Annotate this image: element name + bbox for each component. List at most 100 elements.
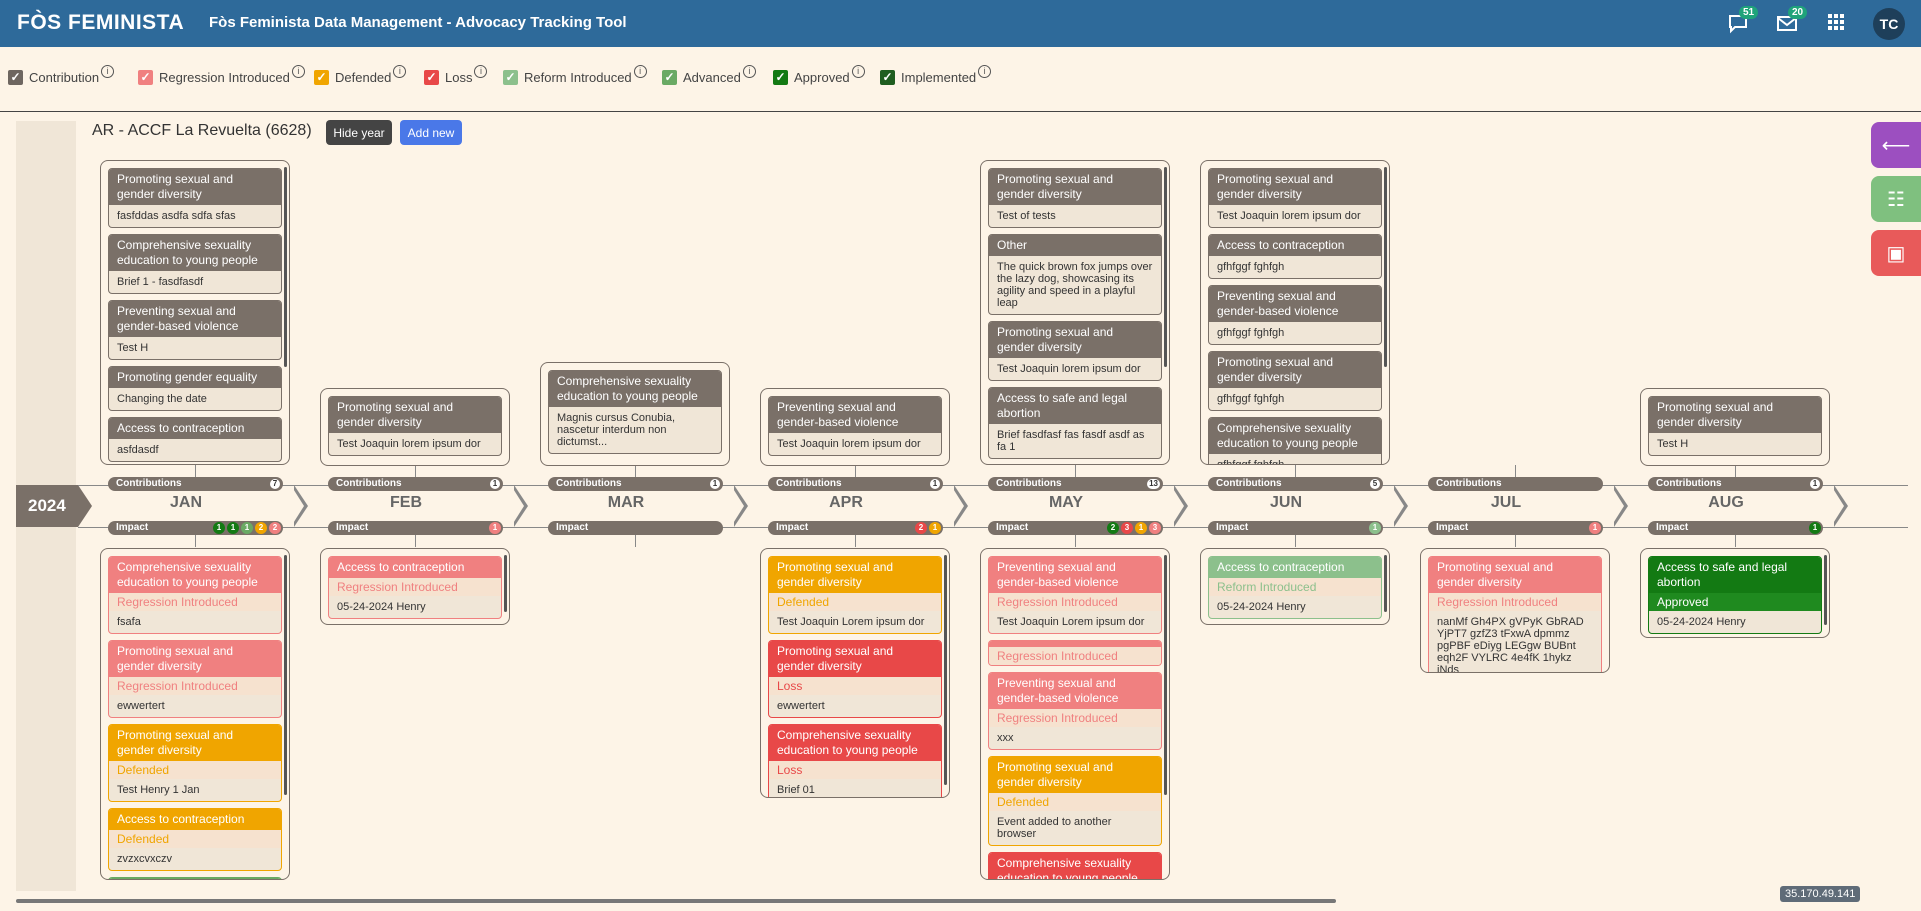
month-may[interactable]: MAY xyxy=(1036,494,1096,512)
info-icon[interactable]: i xyxy=(851,65,865,78)
impact-card[interactable]: Regression Introduced xyxy=(988,640,1162,666)
legend-item[interactable]: ✓ Reform Introduced i xyxy=(503,65,647,85)
month-mar[interactable]: MAR xyxy=(596,494,656,512)
legend-item[interactable]: ✓ Advanced i xyxy=(662,65,756,85)
legend-item[interactable]: ✓ Implemented i xyxy=(880,65,992,85)
month-aug[interactable]: AUG xyxy=(1696,494,1756,512)
contribution-card[interactable]: Promoting sexual and gender diversity Tes… xyxy=(328,396,502,456)
impact-bar[interactable]: Impact 2 1 xyxy=(768,521,943,535)
add-new-button[interactable]: Add new xyxy=(400,120,462,145)
contributions-bar[interactable]: Contributions 1 xyxy=(328,477,503,491)
contributions-bar[interactable]: Contributions 5 xyxy=(1208,477,1383,491)
contribution-card[interactable]: Access to safe and legal abortion Brief f… xyxy=(988,387,1162,459)
legend-checkbox[interactable]: ✓ xyxy=(880,70,895,85)
legend-checkbox[interactable]: ✓ xyxy=(773,70,788,85)
impact-bar[interactable]: Impact 1 xyxy=(1208,521,1383,535)
legend-checkbox[interactable]: ✓ xyxy=(138,70,153,85)
contribution-card[interactable]: Preventing sexual and gender-based viole… xyxy=(108,300,282,360)
impact-card[interactable]: Access to contraception Reform Introduced… xyxy=(1208,556,1382,619)
legend-checkbox[interactable]: ✓ xyxy=(662,70,677,85)
contribution-card[interactable]: Preventing sexual and gender-based viole… xyxy=(768,396,942,456)
legend-checkbox[interactable]: ✓ xyxy=(314,70,329,85)
impact-card[interactable]: Comprehensive sexuality education to you… xyxy=(108,556,282,634)
impact-bar[interactable]: Impact 1 xyxy=(1648,521,1823,535)
legend-item[interactable]: ✓ Loss i xyxy=(424,65,488,85)
impact-card[interactable]: Promoting sexual and gender diversity Los… xyxy=(768,640,942,718)
chat-icon[interactable]: 51 xyxy=(1727,6,1759,36)
panel-scrollbar[interactable] xyxy=(1164,555,1167,795)
contribution-card[interactable]: Access to contraception asfdasdf xyxy=(108,417,282,462)
legend-item[interactable]: ✓ Contribution i xyxy=(8,65,115,85)
apps-grid-icon[interactable] xyxy=(1826,12,1852,36)
panel-scrollbar[interactable] xyxy=(1384,555,1387,612)
impact-card[interactable]: Promoting sexual and gender diversity Def… xyxy=(988,756,1162,846)
impact-card[interactable]: Access to contraception Defended zvzxcvxcz… xyxy=(108,808,282,871)
month-feb[interactable]: FEB xyxy=(376,494,436,512)
contribution-card[interactable]: Promoting sexual and gender diversity Tes… xyxy=(1648,396,1822,456)
contributions-bar[interactable]: Contributions 1 xyxy=(1648,477,1823,491)
impact-card[interactable]: Promoting sexual and gender diversity Reg… xyxy=(108,640,282,718)
hide-year-button[interactable]: Hide year xyxy=(326,120,392,145)
impact-card[interactable]: Promoting sexual and gender diversity Def… xyxy=(768,556,942,634)
month-jun[interactable]: JUN xyxy=(1256,494,1316,512)
panel-scrollbar[interactable] xyxy=(1164,167,1167,367)
panel-scrollbar[interactable] xyxy=(504,555,507,612)
info-icon[interactable]: i xyxy=(742,65,756,78)
panel-scrollbar[interactable] xyxy=(1384,167,1387,367)
mail-icon[interactable]: 20 xyxy=(1776,6,1808,36)
contribution-card[interactable]: Other The quick brown fox jumps over the … xyxy=(988,234,1162,315)
legend-checkbox[interactable]: ✓ xyxy=(424,70,439,85)
contribution-card[interactable]: Comprehensive sexuality education to you… xyxy=(1208,417,1382,464)
contribution-card[interactable]: Access to contraception gfhfggf fghfgh xyxy=(1208,234,1382,279)
user-avatar[interactable]: TC xyxy=(1873,8,1905,40)
contribution-card[interactable]: Comprehensive sexuality education to you… xyxy=(108,234,282,294)
legend-checkbox[interactable]: ✓ xyxy=(503,70,518,85)
impact-card[interactable]: Other xyxy=(108,877,282,879)
info-icon[interactable]: i xyxy=(101,65,115,78)
impact-bar[interactable]: Impact 1 xyxy=(328,521,503,535)
legend-item[interactable]: ✓ Approved i xyxy=(773,65,865,85)
month-apr[interactable]: APR xyxy=(816,494,876,512)
impact-card[interactable]: Access to safe and legal abortion Approve… xyxy=(1648,556,1822,634)
info-icon[interactable]: i xyxy=(291,65,305,78)
impact-card[interactable]: Comprehensive sexuality education to you… xyxy=(768,724,942,797)
table-view-icon[interactable]: ☷ xyxy=(1871,176,1921,222)
contribution-card[interactable]: Preventing sexual and gender-based viole… xyxy=(1208,285,1382,345)
contribution-card[interactable]: Promoting sexual and gender diversity fas… xyxy=(108,168,282,228)
year-label[interactable]: 2024 xyxy=(16,485,92,527)
info-icon[interactable]: i xyxy=(393,65,407,78)
contributions-bar[interactable]: Contributions 7 xyxy=(108,477,283,491)
legend-item[interactable]: ✓ Regression Introduced i xyxy=(138,65,305,85)
info-icon[interactable]: i xyxy=(978,65,992,78)
pdf-export-icon[interactable]: ▣ xyxy=(1871,230,1921,276)
horizontal-scrollbar[interactable] xyxy=(16,899,1336,903)
logo[interactable]: FÒS FEMINISTA xyxy=(17,11,184,35)
panel-scrollbar[interactable] xyxy=(1824,555,1827,625)
impact-bar[interactable]: Impact 2 3 1 3 xyxy=(988,521,1163,535)
info-icon[interactable]: i xyxy=(474,65,488,78)
impact-card[interactable]: Promoting sexual and gender diversity Def… xyxy=(108,724,282,802)
contribution-card[interactable]: Promoting sexual and gender diversity gfh… xyxy=(1208,351,1382,411)
contributions-bar[interactable]: Contributions 13 xyxy=(988,477,1163,491)
contributions-bar[interactable]: Contributions 1 xyxy=(768,477,943,491)
panel-scrollbar[interactable] xyxy=(944,555,947,785)
contribution-card[interactable]: Promoting sexual and gender diversity Tes… xyxy=(988,168,1162,228)
panel-scrollbar[interactable] xyxy=(284,167,287,367)
contribution-card[interactable]: Comprehensive sexuality education to you… xyxy=(548,370,722,454)
impact-bar[interactable]: Impact 1 xyxy=(1428,521,1603,535)
contribution-card[interactable]: Promoting sexual and gender diversity Tes… xyxy=(1208,168,1382,228)
impact-card[interactable]: Comprehensive sexuality education to you… xyxy=(988,852,1162,879)
month-jan[interactable]: JAN xyxy=(156,494,216,512)
impact-card[interactable]: Access to contraception Regression Introd… xyxy=(328,556,502,619)
contributions-bar[interactable]: Contributions 1 xyxy=(548,477,723,491)
legend-checkbox[interactable]: ✓ xyxy=(8,70,23,85)
info-icon[interactable]: i xyxy=(633,65,647,78)
impact-card[interactable]: Preventing sexual and gender-based viole… xyxy=(988,556,1162,634)
impact-card[interactable]: Preventing sexual and gender-based viole… xyxy=(988,672,1162,750)
contribution-card[interactable]: Promoting sexual and gender diversity Tes… xyxy=(988,321,1162,381)
impact-bar[interactable]: Impact 1 1 1 2 2 xyxy=(108,521,283,535)
month-jul[interactable]: JUL xyxy=(1476,494,1536,512)
contributions-bar[interactable]: Contributions xyxy=(1428,477,1603,491)
impact-bar[interactable]: Impact xyxy=(548,521,723,535)
legend-item[interactable]: ✓ Defended i xyxy=(314,65,407,85)
